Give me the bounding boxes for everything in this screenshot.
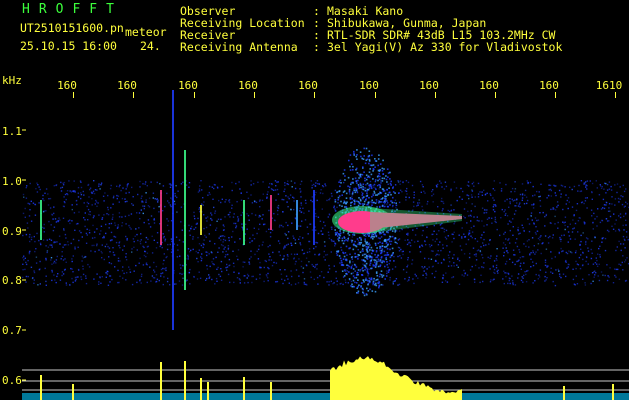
echo-power-envelope [330,356,462,400]
antenna-separator: : [313,40,320,54]
x-tick-mark [133,92,134,98]
meteor-streak [243,200,245,245]
y-tick-label: 1.1 [2,125,22,138]
x-tick-mark [314,92,315,98]
power-spike [563,386,565,400]
date-time: 25.10.15 16:00 [20,39,117,53]
x-tick-mark [435,92,436,98]
meteor-echo [332,147,462,297]
noise-band [22,180,629,287]
x-tick-label: 160 [298,79,318,92]
power-spike [612,384,614,400]
power-spike [200,378,202,400]
x-tick-label: 160 [539,79,559,92]
y-tick-label: 0.9 [2,225,22,238]
hrofft-spectrogram-screen: HROFFT UT2510151600.pn meteor 25.10.15 1… [0,0,629,400]
x-tick-mark [555,92,556,98]
x-tick-label: 160 [359,79,379,92]
power-spike [270,382,272,400]
power-spike [243,377,245,400]
mode-label: meteor [125,25,167,39]
power-spike [40,375,42,400]
spectrogram-plot [22,90,629,400]
x-tick-label: 160 [419,79,439,92]
y-tick-label: 0.6 [2,374,22,387]
power-spike [72,384,74,400]
x-tick-mark [495,92,496,98]
x-tick-label: 160 [117,79,137,92]
power-spike [160,362,162,400]
x-tick-label: 160 [57,79,77,92]
power-spike [207,382,209,400]
x-tick-label: 1610 [595,79,623,92]
y-tick-label: 0.7 [2,324,22,337]
x-tick-mark [73,92,74,98]
x-tick-label: 160 [479,79,499,92]
x-tick-mark [254,92,255,98]
x-tick-mark [194,92,195,98]
meteor-streak [172,90,174,330]
meteor-streak [270,195,272,230]
x-tick-label: 160 [238,79,258,92]
brand-title: HROFFT [22,2,123,17]
y-axis-unit: kHz [2,74,22,87]
y-tick-label: 0.8 [2,274,22,287]
antenna-value: 3el Yagi(V) Az 330 for Vladivostok [327,40,563,54]
x-tick-label: 160 [178,79,198,92]
y-tick-label: 1.0 [2,175,22,188]
meteor-streak [296,200,298,230]
meteor-streaks [40,90,315,330]
antenna-label: Receiving Antenna [180,40,298,54]
grid-lines [22,129,26,381]
meteor-streak [160,190,162,245]
power-trace [22,356,629,400]
meteor-streak [200,205,202,235]
meteor-streak [313,190,315,245]
echo-count: 24. [140,39,161,53]
meteor-streak [40,200,42,240]
x-tick-mark [375,92,376,98]
meteor-streak [184,150,186,290]
x-tick-mark [615,92,616,98]
power-spike [184,361,186,400]
file-name: UT2510151600.pn [20,21,124,35]
